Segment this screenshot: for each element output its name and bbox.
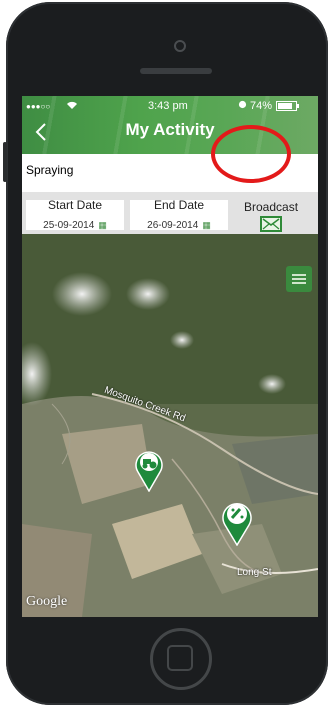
signal-strength: ●●●○○ (26, 102, 51, 111)
end-date-value: 26-09-2014 (147, 220, 199, 231)
end-date-label: End Date (153, 198, 205, 212)
earpiece-speaker (140, 68, 212, 74)
activity-name: Spraying (26, 163, 74, 177)
alarm-icon (238, 100, 247, 112)
calendar-icon: ▦ (98, 220, 107, 230)
home-button-icon (167, 645, 193, 671)
end-date-value-row: 26-09-2014 ▦ (130, 220, 228, 231)
map-view[interactable]: Mosquito Creek Rd Long St Google (22, 234, 318, 617)
tractor-map-marker[interactable] (134, 448, 164, 493)
end-date-field[interactable]: End Date 26-09-2014 ▦ (130, 198, 228, 231)
menu-line (292, 282, 306, 284)
broadcast-label: Broadcast (244, 200, 299, 214)
tractor-icon (135, 451, 163, 493)
map-menu-button[interactable] (286, 266, 312, 292)
satellite-imagery (22, 234, 318, 617)
date-filter-bar: Start Date 25-09-2014 ▦ End Date 26-09-20… (22, 192, 318, 234)
map-attribution: Google (26, 594, 68, 609)
spray-icon (222, 503, 252, 547)
wifi-icon (66, 100, 78, 113)
status-time: 3:43 pm (148, 100, 188, 112)
side-button (3, 142, 7, 182)
spraying-map-marker[interactable] (220, 498, 252, 547)
start-date-field[interactable]: Start Date 25-09-2014 ▦ (26, 198, 124, 231)
menu-line (292, 278, 306, 280)
battery-icon (276, 101, 300, 114)
menu-line (292, 274, 306, 276)
envelope-icon (262, 218, 280, 230)
broadcast-button[interactable] (260, 216, 282, 232)
road-label-long-st: Long St (237, 567, 272, 578)
start-date-value-row: 25-09-2014 ▦ (26, 220, 124, 231)
start-date-value: 25-09-2014 (43, 220, 95, 231)
front-camera (174, 40, 186, 52)
start-date-label: Start Date (47, 198, 103, 212)
broadcast-highlight-annotation (211, 125, 291, 183)
calendar-icon: ▦ (202, 220, 211, 230)
status-bar: ●●●○○ 3:43 pm 74% (22, 98, 318, 114)
battery-percent: 74% (250, 100, 273, 112)
